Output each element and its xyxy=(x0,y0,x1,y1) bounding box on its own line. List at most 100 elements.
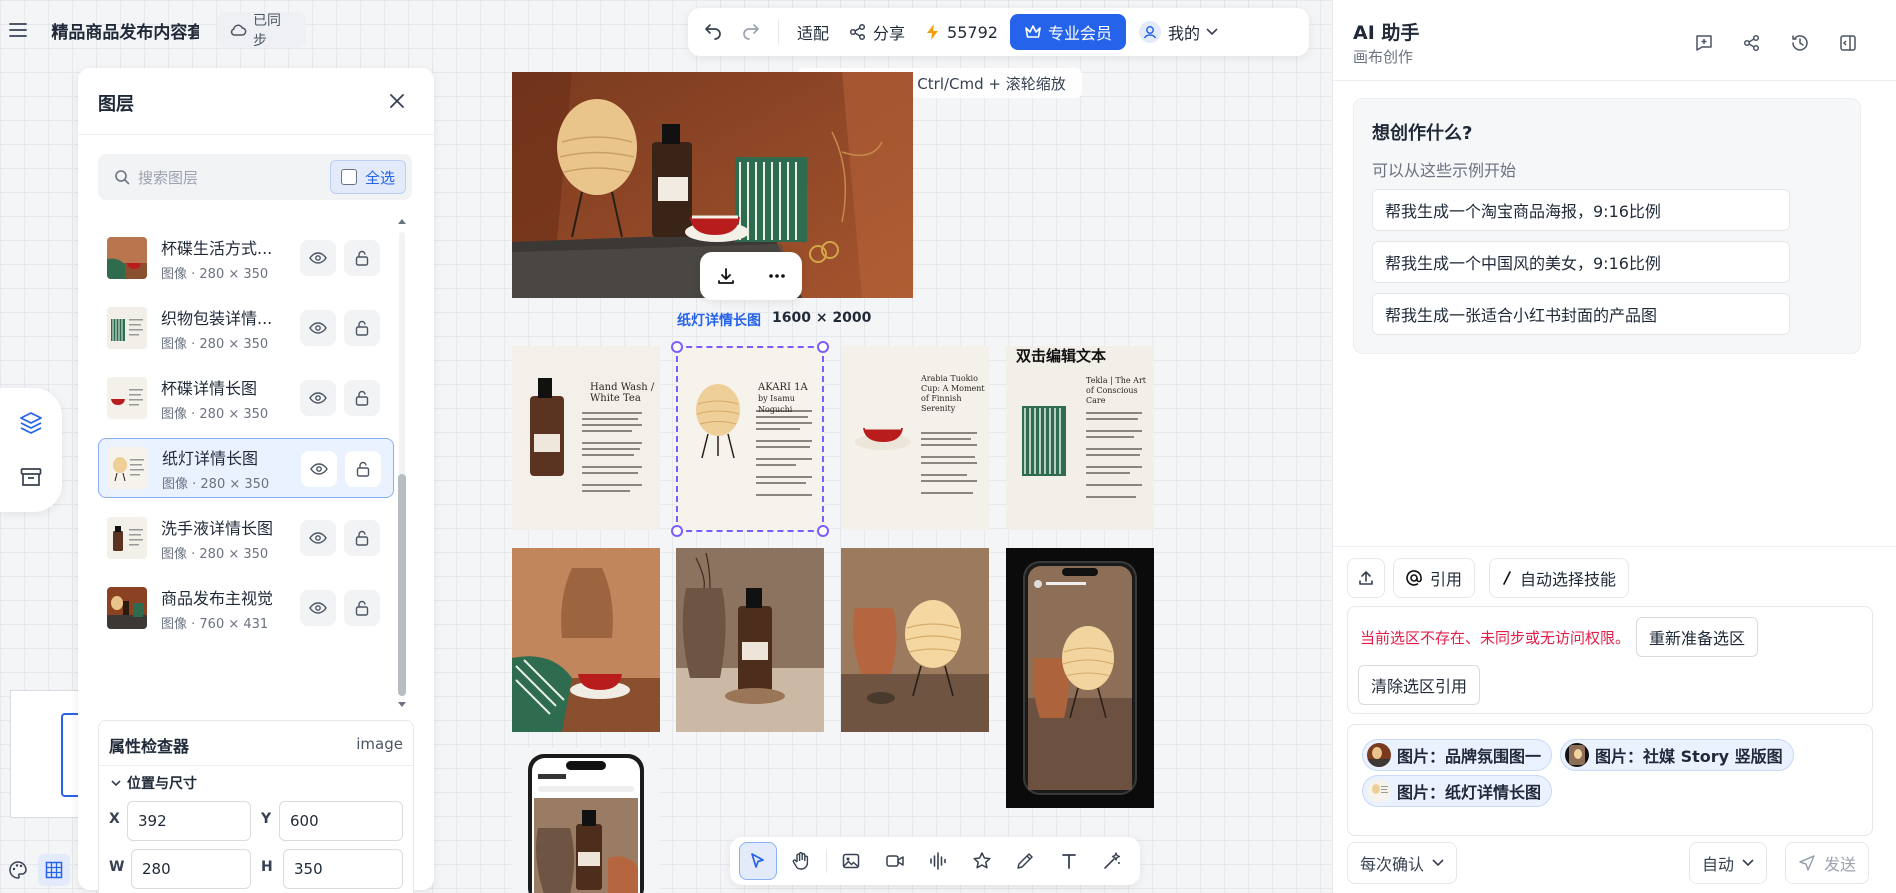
visibility-toggle[interactable] xyxy=(300,310,336,346)
reference-chip[interactable]: 图片：社媒 Story 竖版图 xyxy=(1560,739,1794,771)
select-tool[interactable] xyxy=(738,842,777,880)
hamburger-icon[interactable] xyxy=(0,12,35,48)
shape-tool[interactable] xyxy=(963,842,1001,880)
layer-item[interactable]: 杯碟生活方式... 图像 · 280 × 350 xyxy=(98,228,394,288)
lock-toggle[interactable] xyxy=(344,590,380,626)
layer-item[interactable]: 杯碟详情长图 图像 · 280 × 350 xyxy=(98,368,394,428)
resize-handle-bottom-left[interactable] xyxy=(671,525,683,537)
canvas-image-textile-detail[interactable]: Tekla | The Art of Conscious Care xyxy=(1006,346,1154,530)
canvas-image-instagram-post[interactable] xyxy=(512,748,660,893)
height-input[interactable]: 350 xyxy=(283,849,403,889)
lock-toggle[interactable] xyxy=(344,310,380,346)
history-icon[interactable] xyxy=(1783,26,1817,60)
pen-tool[interactable] xyxy=(1006,842,1044,880)
skill-select-button[interactable]: 自动选择技能 xyxy=(1489,558,1630,598)
collapse-panel-icon[interactable] xyxy=(1831,26,1865,60)
layer-list-scrollbar[interactable] xyxy=(396,218,408,710)
lock-toggle[interactable] xyxy=(344,380,380,416)
layer-item-selected[interactable]: 纸灯详情长图 图像 · 280 × 350 xyxy=(98,438,394,498)
archive-icon[interactable] xyxy=(14,460,48,494)
canvas-image-cup-detail[interactable]: Arabia Tuokio Cup: A Moment of Finnish S… xyxy=(841,346,989,530)
more-icon[interactable] xyxy=(768,273,786,279)
confirm-mode-select[interactable]: 每次确认 xyxy=(1347,842,1458,884)
credits-button[interactable]: 55792 xyxy=(917,14,1006,50)
new-chat-icon[interactable] xyxy=(1687,26,1721,60)
layer-search-field[interactable]: 搜索图层 全选 xyxy=(98,154,412,200)
grid-icon[interactable] xyxy=(38,854,70,886)
layers-panel: 图层 搜索图层 全选 杯碟生活方式... 图像 · 280 × 350 织物包装详… xyxy=(78,68,434,893)
canvas-image-lamp-lifestyle[interactable] xyxy=(841,548,989,732)
resize-handle-top-right[interactable] xyxy=(817,341,829,353)
lock-toggle[interactable] xyxy=(344,240,380,276)
resize-handle-top-left[interactable] xyxy=(671,341,683,353)
resize-handle-bottom-right[interactable] xyxy=(817,525,829,537)
layer-item[interactable]: 洗手液详情长图 图像 · 280 × 350 xyxy=(98,508,394,568)
lock-toggle[interactable] xyxy=(344,520,380,556)
position-size-section-toggle[interactable]: 位置与尺寸 xyxy=(111,773,197,793)
model-mode-select[interactable]: 自动 xyxy=(1689,842,1768,884)
select-all-checkbox[interactable] xyxy=(340,169,357,185)
visibility-toggle[interactable] xyxy=(300,520,336,556)
scroll-down-icon[interactable] xyxy=(398,702,406,708)
selection-warning-box: 当前选区不存在、未同步或无访问权限。 重新准备选区 清除选区引用 xyxy=(1347,606,1873,714)
download-icon[interactable] xyxy=(716,266,736,286)
video-tool[interactable] xyxy=(876,842,914,880)
visibility-toggle[interactable] xyxy=(300,240,336,276)
quote-button[interactable]: 引用 xyxy=(1393,558,1476,598)
visibility-toggle[interactable] xyxy=(301,451,337,487)
clear-selection-reference-button[interactable]: 清除选区引用 xyxy=(1358,665,1481,705)
layer-search-placeholder: 搜索图层 xyxy=(138,168,199,187)
layer-thumbnail xyxy=(107,237,147,279)
canvas-image-handwash-detail[interactable]: Hand Wash / White Tea xyxy=(512,346,660,530)
x-input[interactable]: 392 xyxy=(127,801,251,841)
prompt-suggestion[interactable]: 帮我生成一个淘宝商品海报，9:16比例 xyxy=(1372,189,1790,231)
selection-frame[interactable] xyxy=(671,341,829,537)
share-label: 分享 xyxy=(873,24,906,43)
hand-tool[interactable] xyxy=(782,842,820,880)
palette-icon[interactable] xyxy=(8,860,28,880)
canvas-image-story-vertical[interactable] xyxy=(1006,548,1154,808)
select-all-button[interactable]: 全选 xyxy=(329,160,406,194)
y-input[interactable]: 600 xyxy=(279,801,403,841)
canvas-image-cup-lifestyle[interactable] xyxy=(512,548,660,732)
share-button[interactable]: 分享 xyxy=(841,14,913,50)
text-tool[interactable] xyxy=(1050,842,1088,880)
visibility-toggle[interactable] xyxy=(300,380,336,416)
scroll-up-icon[interactable] xyxy=(398,218,406,224)
canvas-image-handwash-lifestyle[interactable] xyxy=(676,548,824,732)
vip-button[interactable]: 专业会员 xyxy=(1009,14,1126,50)
fit-button[interactable]: 适配 xyxy=(789,14,837,50)
lock-toggle[interactable] xyxy=(345,451,381,487)
scrollbar-thumb[interactable] xyxy=(398,474,406,696)
profile-button[interactable]: 我的 xyxy=(1130,14,1226,50)
reference-chip[interactable]: 图片：品牌氛围图一 xyxy=(1362,739,1553,771)
width-input[interactable]: 280 xyxy=(131,849,251,889)
layer-item[interactable]: 织物包装详情... 图像 · 280 × 350 xyxy=(98,298,394,358)
reference-thumbnail xyxy=(1367,779,1391,803)
redo-button[interactable] xyxy=(734,14,768,50)
magic-wand-icon xyxy=(1102,851,1122,871)
sync-status-badge[interactable]: 已同步 xyxy=(217,12,306,49)
ai-magic-tool[interactable] xyxy=(1093,842,1131,880)
visibility-toggle[interactable] xyxy=(300,590,336,626)
image-tool[interactable] xyxy=(832,842,870,880)
prompt-suggestion[interactable]: 帮我生成一个中国风的美女，9:16比例 xyxy=(1372,241,1790,283)
close-icon[interactable] xyxy=(380,84,414,118)
layer-thumbnail xyxy=(107,377,147,419)
reference-chips-box[interactable]: 图片：品牌氛围图一 图片：社媒 Story 竖版图 图片：纸灯详情长图 xyxy=(1347,724,1873,836)
send-button[interactable]: 发送 xyxy=(1785,842,1870,884)
reference-chip[interactable]: 图片：纸灯详情长图 xyxy=(1362,775,1553,807)
toolbar-divider xyxy=(825,849,827,873)
reprepare-selection-button[interactable]: 重新准备选区 xyxy=(1636,617,1759,657)
upload-button[interactable] xyxy=(1347,558,1385,598)
slash-icon xyxy=(1502,570,1512,586)
prompt-suggestion[interactable]: 帮我生成一张适合小红书封面的产品图 xyxy=(1372,293,1790,335)
audio-tool[interactable] xyxy=(919,842,957,880)
share-icon[interactable] xyxy=(1735,26,1769,60)
layers-icon[interactable] xyxy=(14,406,48,440)
undo-button[interactable] xyxy=(696,14,730,50)
chevron-down-icon xyxy=(111,779,121,787)
layer-item[interactable]: 商品发布主视觉 图像 · 760 × 431 xyxy=(98,578,394,638)
document-title[interactable]: 精品商品发布内容套 xyxy=(51,18,199,43)
minimap[interactable] xyxy=(10,690,85,818)
